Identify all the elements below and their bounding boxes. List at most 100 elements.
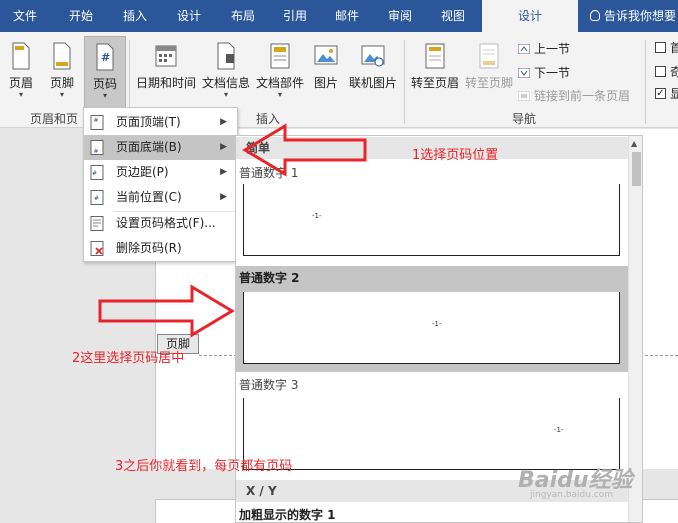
tell-me-search[interactable]: 告诉我你想要 (590, 0, 676, 32)
different-first-page-checkbox[interactable] (655, 42, 666, 53)
menu-item-current-position[interactable]: # 当前位置(C) ▶ (84, 185, 237, 210)
online-picture-label: 联机图片 (348, 76, 397, 90)
link-to-previous-button[interactable]: 链接到前一条页眉 (518, 87, 630, 104)
menu-item-label: 页面顶端(T) (116, 115, 181, 129)
doc-parts-icon (270, 43, 290, 69)
tab-view[interactable]: 视图 (428, 0, 478, 32)
calendar-icon (155, 45, 177, 67)
page-bottom-icon: # (90, 140, 104, 155)
go-to-footer-label: 转至页脚 (464, 76, 513, 90)
gallery-thumbnail-plain-number-1[interactable]: -1- (243, 184, 620, 256)
page-margins-icon: # (90, 165, 104, 180)
go-to-footer-icon (479, 43, 499, 69)
current-position-icon: # (90, 190, 104, 205)
ribbon-separator (404, 40, 405, 124)
doc-info-label: 文档信息 (201, 76, 250, 90)
different-odd-even-checkbox[interactable] (655, 66, 666, 77)
menu-item-label: 页边距(P) (116, 165, 169, 179)
menu-item-page-margins[interactable]: # 页边距(P) ▶ (84, 160, 237, 185)
lightbulb-icon (590, 10, 600, 21)
remove-page-numbers-icon (90, 241, 104, 256)
chevron-down-icon: ▾ (18, 90, 23, 99)
page-number-sample: -1- (312, 212, 322, 220)
gallery-item-label: 普通数字 1 (239, 166, 299, 180)
svg-text:#: # (94, 148, 99, 155)
menu-item-bottom-of-page[interactable]: # 页面底端(B) ▶ (84, 135, 237, 160)
tab-mailings[interactable]: 邮件 (322, 0, 372, 32)
chevron-right-icon: ▶ (220, 167, 227, 177)
insert-group-label: 插入 (256, 112, 281, 126)
different-odd-even-label: 奇 (670, 65, 678, 79)
tab-file[interactable]: 文件 (0, 0, 50, 32)
header-icon (12, 42, 30, 70)
chevron-down-icon: ▾ (223, 90, 228, 99)
tab-home[interactable]: 开始 (56, 0, 106, 32)
scrollbar-thumb[interactable] (632, 152, 641, 186)
tab-references[interactable]: 引用 (270, 0, 320, 32)
picture-button[interactable]: 图片 (309, 36, 343, 108)
date-time-button[interactable]: 日期和时间 (133, 36, 199, 108)
annotation-step-2: 2这里选择页码居中 (72, 351, 185, 366)
footer-button[interactable]: 页脚 ▾ (42, 36, 82, 108)
footer-label: 页脚 (49, 76, 74, 90)
doc-info-button[interactable]: 文档信息 ▾ (199, 36, 253, 108)
page-number-button[interactable]: # 页码 ▾ (84, 36, 126, 108)
date-time-label: 日期和时间 (135, 76, 196, 90)
link-to-previous-label: 链接到前一条页眉 (534, 89, 631, 103)
previous-section-button[interactable]: 上一节 (518, 40, 570, 57)
chevron-right-icon: ▶ (220, 192, 227, 202)
different-first-page-label: 首 (670, 41, 678, 55)
tab-header-footer-design[interactable]: 设计 (482, 0, 578, 32)
menu-item-label: 当前位置(C) (116, 190, 182, 204)
svg-text:#: # (92, 170, 97, 177)
menu-item-top-of-page[interactable]: # 页面顶端(T) ▶ (84, 110, 237, 135)
page-number-label: 页码 (92, 77, 117, 91)
ribbon-tab-bar: 文件 开始 插入 设计 布局 引用 邮件 审阅 视图 设计 告诉我你想要 (0, 0, 678, 32)
menu-item-remove-page-numbers[interactable]: 删除页码(R) (84, 236, 237, 261)
next-section-label: 下一节 (534, 66, 571, 80)
online-picture-button[interactable]: 联机图片 (345, 36, 401, 108)
gallery-thumbnail-plain-number-2[interactable]: -1- (243, 292, 620, 364)
go-to-footer-button[interactable]: 转至页脚 (462, 36, 516, 108)
doc-parts-label: 文档部件 (255, 76, 304, 90)
go-to-header-button[interactable]: 转至页眉 (408, 36, 462, 108)
page-number-sample: -1- (554, 426, 564, 434)
annotation-step-3: 3之后你就看到，每页都有页码 (115, 459, 293, 474)
picture-label: 图片 (313, 76, 338, 90)
chevron-down-icon: ▾ (277, 90, 282, 99)
gallery-thumbnail-plain-number-3[interactable]: -1- (243, 398, 620, 470)
go-to-header-icon (425, 43, 445, 69)
menu-item-label: 设置页码格式(F)... (116, 216, 216, 230)
doc-parts-button[interactable]: 文档部件 ▾ (253, 36, 307, 108)
annotation-step-1: 1选择页码位置 (412, 148, 499, 163)
tab-layout[interactable]: 布局 (218, 0, 268, 32)
previous-section-icon (518, 44, 530, 54)
tab-review[interactable]: 审阅 (375, 0, 425, 32)
page-number-menu: # 页面顶端(T) ▶ # 页面底端(B) ▶ # 页边距(P) ▶ # 当前位… (83, 107, 238, 262)
gallery-item-plain-number-2[interactable]: 普通数字 2 -1- (236, 266, 628, 372)
header-button[interactable]: 页眉 ▾ (2, 36, 40, 108)
tell-me-label: 告诉我你想要 (604, 9, 677, 23)
tab-design[interactable]: 设计 (164, 0, 214, 32)
navigation-group-label: 导航 (512, 112, 537, 126)
chevron-down-icon: ▾ (59, 90, 64, 99)
next-section-button[interactable]: 下一节 (518, 64, 570, 81)
page-number-icon: # (96, 43, 114, 71)
tab-insert[interactable]: 插入 (110, 0, 160, 32)
page-number-sample: -1- (432, 320, 442, 328)
footer-icon (53, 42, 71, 70)
svg-text:#: # (101, 51, 110, 64)
header-footer-group-label: 页眉和页 (30, 112, 79, 126)
baidu-watermark-url: jingyan.baidu.com (530, 490, 614, 500)
menu-item-label: 页面底端(B) (116, 140, 182, 154)
scroll-up-icon[interactable]: ▲ (631, 139, 637, 148)
header-label: 页眉 (8, 76, 33, 90)
menu-item-format-page-numbers[interactable]: 设置页码格式(F)... (84, 211, 237, 236)
picture-icon (314, 45, 338, 65)
show-document-text-checkbox[interactable]: ✓ (655, 88, 666, 99)
gallery-item-label: 普通数字 2 (239, 271, 300, 285)
format-page-numbers-icon (90, 216, 104, 231)
previous-section-label: 上一节 (534, 42, 571, 56)
online-picture-icon (361, 45, 385, 67)
doc-info-icon (217, 42, 235, 70)
